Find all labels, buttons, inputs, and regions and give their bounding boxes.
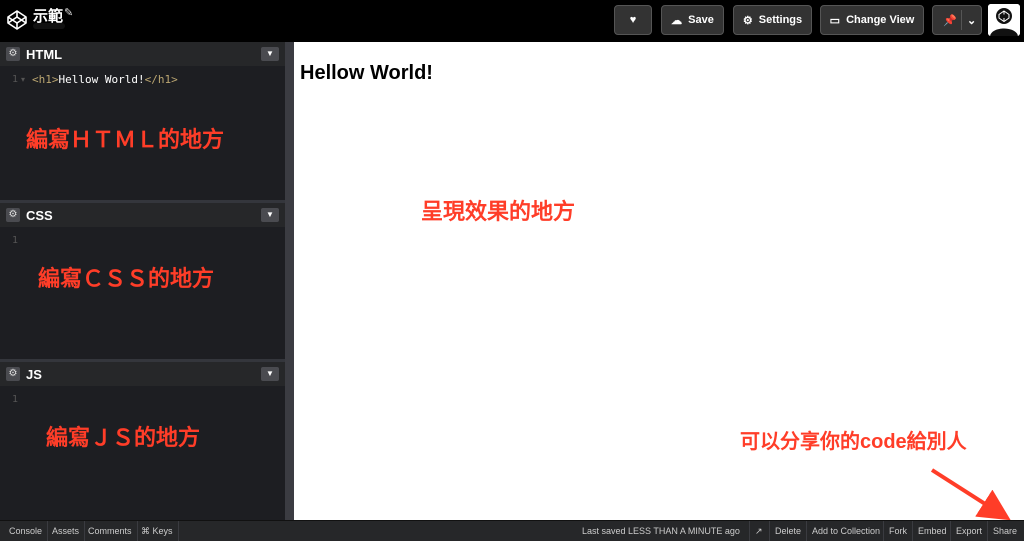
editor-resize-handle[interactable] (285, 42, 294, 520)
result-preview[interactable]: Hellow World! 呈現效果的地方 可以分享你的code給別人 (294, 42, 1024, 521)
css-panel-title: CSS (26, 207, 53, 223)
change-view-button[interactable]: ▭ Change View (820, 5, 924, 35)
css-annotation: 編寫ＣＳＳ的地方 (38, 266, 215, 291)
fold-arrow-icon[interactable]: ▾ (21, 75, 25, 84)
code-open-tag: <h1> (32, 73, 59, 86)
top-bar: 示範 ✎ ♥ ☁ Save ⚙ Settings ▭ Change View 📌… (0, 0, 1024, 42)
pin-icon: 📌 (943, 14, 957, 27)
console-button[interactable]: Console (4, 521, 49, 541)
html-collapse-chevron-icon[interactable]: ▼ (261, 47, 279, 61)
save-label: Save (688, 14, 714, 26)
heart-icon: ♥ (629, 14, 637, 26)
footer-bar: Console Assets Comments ⌘ Keys Last save… (0, 520, 1024, 541)
line-number: 1 (12, 235, 19, 246)
settings-label: Settings (758, 14, 803, 26)
delete-button[interactable]: Delete (769, 521, 806, 541)
change-view-label: Change View (846, 14, 915, 26)
editors-column: ⚙ HTML ▼ 1 ▾ <h1>Hellow World!</h1> 編寫ＨＴ… (0, 42, 285, 520)
chevron-down-icon[interactable]: ⌄ (967, 14, 976, 27)
codepen-logo-icon[interactable] (6, 9, 28, 31)
html-code-line[interactable]: <h1>Hellow World!</h1> (32, 73, 178, 86)
js-editor-panel[interactable]: ⚙ JS ▼ 1 編寫ＪＳ的地方 (0, 362, 285, 520)
window-icon: ▭ (829, 14, 841, 27)
share-button[interactable]: Share (987, 521, 1022, 541)
html-panel-title: HTML (26, 46, 63, 62)
add-to-collection-button[interactable]: Add to Collection (806, 521, 885, 541)
html-panel-header: ⚙ HTML ▼ (0, 42, 285, 66)
css-panel-header: ⚙ CSS ▼ (0, 203, 285, 227)
html-annotation: 編寫ＨＴＭＬ的地方 (26, 127, 225, 152)
keys-button[interactable]: ⌘ Keys (136, 521, 179, 541)
preview-annotation: 呈現效果的地方 (421, 199, 576, 224)
preview-heading: Hellow World! (300, 62, 433, 84)
gear-icon: ⚙ (742, 14, 753, 27)
cloud-icon: ☁ (671, 14, 683, 27)
user-avatar-icon (988, 4, 1020, 36)
css-collapse-chevron-icon[interactable]: ▼ (261, 208, 279, 222)
save-button[interactable]: ☁ Save (661, 5, 724, 35)
embed-button[interactable]: Embed (912, 521, 952, 541)
js-panel-header: ⚙ JS ▼ (0, 362, 285, 386)
js-collapse-chevron-icon[interactable]: ▼ (261, 367, 279, 381)
code-close-tag: </h1> (144, 73, 178, 86)
avatar[interactable] (988, 4, 1020, 36)
js-settings-gear-icon[interactable]: ⚙ (6, 367, 20, 381)
css-editor-panel[interactable]: ⚙ CSS ▼ 1 編寫ＣＳＳ的地方 (0, 203, 285, 359)
export-button[interactable]: Export (950, 521, 987, 541)
edit-pencil-icon[interactable]: ✎ (64, 6, 73, 19)
author-name (33, 23, 65, 29)
pin-button[interactable]: 📌 ⌄ (932, 5, 982, 35)
saved-value: LESS THAN A MINUTE ago (628, 526, 740, 536)
last-saved-status: Last saved LESS THAN A MINUTE ago (582, 521, 740, 541)
html-settings-gear-icon[interactable]: ⚙ (6, 47, 20, 61)
share-annotation: 可以分享你的code給別人 (740, 431, 967, 453)
assets-button[interactable]: Assets (47, 521, 86, 541)
settings-button[interactable]: ⚙ Settings (733, 5, 812, 35)
fork-button[interactable]: Fork (883, 521, 912, 541)
pin-separator (961, 10, 962, 30)
saved-label: Last saved (582, 526, 626, 536)
line-number: 1 (12, 74, 19, 85)
js-panel-title: JS (26, 366, 42, 382)
like-button[interactable]: ♥ (614, 5, 652, 35)
css-settings-gear-icon[interactable]: ⚙ (6, 208, 20, 222)
comments-button[interactable]: Comments (83, 521, 138, 541)
line-number: 1 (12, 394, 19, 405)
html-editor-panel[interactable]: ⚙ HTML ▼ 1 ▾ <h1>Hellow World!</h1> 編寫ＨＴ… (0, 42, 285, 200)
js-annotation: 編寫ＪＳ的地方 (46, 425, 201, 450)
red-arrow-icon (930, 468, 1011, 521)
code-text: Hellow World! (58, 73, 145, 86)
external-link-icon[interactable]: ↗ (749, 521, 768, 541)
